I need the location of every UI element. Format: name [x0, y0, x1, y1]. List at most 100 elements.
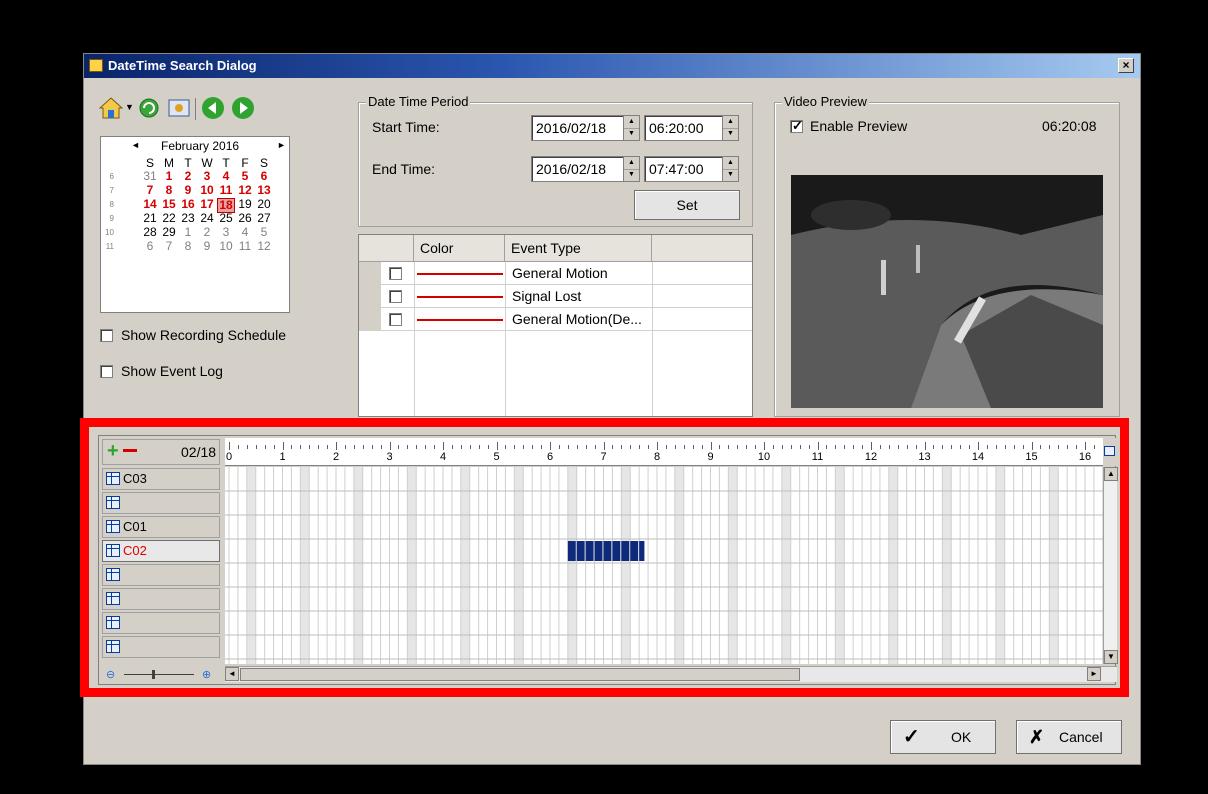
- calendar-day[interactable]: 27: [255, 212, 273, 225]
- calendar-week-row: 7 7 8 9 10 11 12 13: [101, 184, 291, 197]
- calendar-day[interactable]: 24: [198, 212, 216, 225]
- calendar-day[interactable]: 3: [217, 226, 235, 239]
- weekday-label: T: [184, 156, 192, 170]
- month-calendar[interactable]: ◄ February 2016 ► SMTWTFS 6 31 1 2 3 4 5 6 7 7 8 9 1…: [100, 136, 290, 313]
- calendar-day[interactable]: 8: [179, 240, 197, 253]
- end-date-spinner[interactable]: ▲ ▼: [623, 156, 640, 182]
- event-type-checkbox[interactable]: [389, 290, 402, 303]
- enable-preview-checkbox[interactable]: [790, 118, 803, 134]
- calendar-day[interactable]: 17: [198, 198, 216, 211]
- start-date-spinner[interactable]: ▲ ▼: [623, 115, 640, 141]
- calendar-day[interactable]: 7: [160, 240, 178, 253]
- preview-timestamp: 06:20:08: [1042, 118, 1097, 134]
- start-time-field[interactable]: 06:20:00: [644, 115, 724, 141]
- show-recording-schedule-label: Show Recording Schedule: [121, 327, 286, 343]
- calendar-day[interactable]: 9: [179, 184, 197, 197]
- next-month-button[interactable]: ►: [277, 140, 286, 150]
- calendar-day[interactable]: 12: [236, 184, 254, 197]
- end-time-label: End Time:: [372, 161, 436, 177]
- start-date-field[interactable]: 2016/02/18: [531, 115, 625, 141]
- calendar-day[interactable]: 10: [198, 184, 216, 197]
- week-number: 11: [105, 242, 114, 251]
- calendar-day[interactable]: 23: [179, 212, 197, 225]
- calendar-month-label: February 2016: [161, 139, 240, 153]
- show-event-log-checkbox[interactable]: [100, 365, 113, 378]
- calendar-day[interactable]: 1: [179, 226, 197, 239]
- end-date-field[interactable]: 2016/02/18: [531, 156, 625, 182]
- row-gutter: [359, 262, 381, 285]
- start-time-spinner[interactable]: ▲ ▼: [722, 115, 739, 141]
- week-number: 9: [109, 214, 114, 223]
- event-type-checkbox[interactable]: [389, 267, 402, 280]
- calendar-day[interactable]: 1: [160, 170, 178, 183]
- calendar-day[interactable]: 8: [160, 184, 178, 197]
- app-icon: [89, 59, 103, 72]
- back-icon[interactable]: [201, 96, 225, 120]
- end-time-spinner[interactable]: ▲ ▼: [722, 156, 739, 182]
- end-time-field[interactable]: 07:47:00: [644, 156, 724, 182]
- forward-icon[interactable]: [231, 96, 255, 120]
- week-number: 7: [109, 186, 114, 195]
- calendar-day[interactable]: 6: [141, 240, 159, 253]
- calendar-day[interactable]: 11: [217, 184, 235, 197]
- calendar-day[interactable]: 31: [141, 170, 159, 183]
- event-type-row[interactable]: General Motion: [359, 262, 752, 285]
- checkmark-icon: ✓: [903, 726, 920, 748]
- date-time-period-legend: Date Time Period: [366, 94, 471, 109]
- ok-label: OK: [951, 729, 972, 745]
- calendar-day[interactable]: 11: [236, 240, 254, 253]
- home-dropdown-icon[interactable]: ▼: [125, 102, 134, 112]
- calendar-day[interactable]: 2: [198, 226, 216, 239]
- check-column-header: [359, 235, 414, 262]
- show-recording-schedule-checkbox[interactable]: [100, 329, 113, 342]
- extra-column-header: [652, 235, 752, 262]
- calendar-day[interactable]: 6: [255, 170, 273, 183]
- calendar-day[interactable]: 14: [141, 198, 159, 211]
- toolbar: ▼: [99, 96, 309, 124]
- calendar-day[interactable]: 25: [217, 212, 235, 225]
- calendar-day[interactable]: 19: [236, 198, 254, 211]
- set-button[interactable]: Set: [634, 190, 740, 220]
- calendar-day[interactable]: 7: [141, 184, 159, 197]
- calendar-day[interactable]: 20: [255, 198, 273, 211]
- calendar-day[interactable]: 15: [160, 198, 178, 211]
- event-type-column-header: Event Type: [505, 235, 652, 262]
- weekday-label: S: [145, 156, 154, 170]
- row-gutter: [359, 308, 381, 331]
- event-type-checkbox[interactable]: [389, 313, 402, 326]
- event-type-row[interactable]: Signal Lost: [359, 285, 752, 308]
- calendar-day[interactable]: 29: [160, 226, 178, 239]
- video-preview-legend: Video Preview: [782, 94, 869, 109]
- snapshot-icon[interactable]: [167, 96, 191, 120]
- event-type-label: General Motion: [512, 265, 608, 281]
- cancel-label: Cancel: [1059, 729, 1103, 745]
- event-rows: General Motion Signal Lost General Motion(…: [359, 262, 752, 334]
- calendar-day[interactable]: 21: [141, 212, 159, 225]
- event-type-label: Signal Lost: [512, 288, 582, 304]
- calendar-day[interactable]: 5: [236, 170, 254, 183]
- calendar-day[interactable]: 28: [141, 226, 159, 239]
- calendar-day[interactable]: 2: [179, 170, 197, 183]
- toolbar-separator: [195, 98, 196, 120]
- refresh-icon[interactable]: [137, 96, 161, 120]
- calendar-day[interactable]: 16: [179, 198, 197, 211]
- prev-month-button[interactable]: ◄: [131, 140, 140, 150]
- calendar-day[interactable]: 3: [198, 170, 216, 183]
- calendar-day[interactable]: 10: [217, 240, 235, 253]
- calendar-day[interactable]: 26: [236, 212, 254, 225]
- cancel-button[interactable]: ✗ Cancel: [1016, 720, 1122, 754]
- calendar-day[interactable]: 13: [255, 184, 273, 197]
- calendar-day[interactable]: 4: [217, 170, 235, 183]
- calendar-days[interactable]: 6 31 1 2 3 4 5 6 7 7 8 9 10 11 12 13 8 14 15 16 17 18 19 20 9 21 2…: [101, 170, 291, 260]
- calendar-day[interactable]: 5: [255, 226, 273, 239]
- ok-button[interactable]: ✓ OK: [890, 720, 996, 754]
- calendar-day[interactable]: 4: [236, 226, 254, 239]
- calendar-week-row: 8 14 15 16 17 18 19 20: [101, 198, 291, 213]
- event-type-row[interactable]: General Motion(De...: [359, 308, 752, 331]
- calendar-day[interactable]: 22: [160, 212, 178, 225]
- close-button[interactable]: ×: [1118, 58, 1134, 73]
- calendar-day[interactable]: 12: [255, 240, 273, 253]
- home-icon[interactable]: [99, 96, 123, 120]
- dialog-title: DateTime Search Dialog: [108, 58, 257, 73]
- calendar-day[interactable]: 9: [198, 240, 216, 253]
